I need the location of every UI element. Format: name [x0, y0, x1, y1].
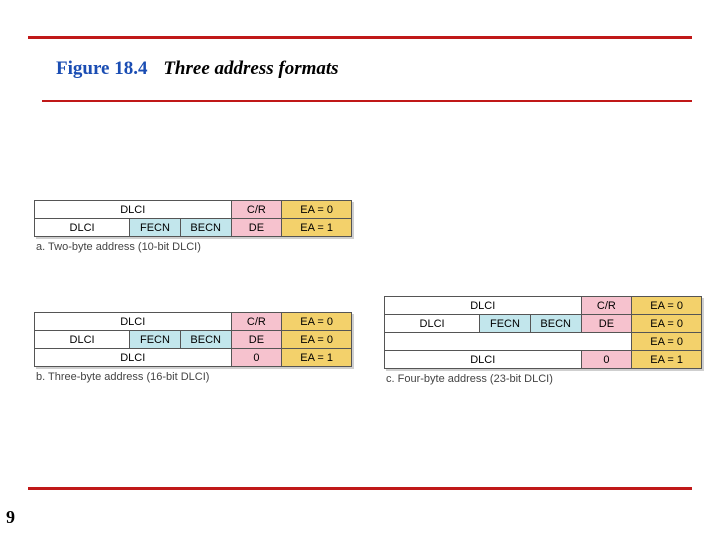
- cell-fecn: FECN: [480, 315, 531, 333]
- table-four-byte: DLCI C/R EA = 0 DLCI FECN BECN DE EA = 0…: [384, 296, 702, 369]
- cell-de: DE: [231, 331, 282, 349]
- cell-zero: 0: [231, 349, 282, 367]
- table-row: DLCI C/R EA = 0: [35, 313, 352, 331]
- cell-de: DE: [581, 315, 632, 333]
- cell-becn: BECN: [180, 219, 231, 237]
- mid-rule: [42, 100, 692, 102]
- cell-dlci: DLCI: [35, 331, 130, 349]
- cell-cr: C/R: [581, 297, 632, 315]
- table-row: DLCI C/R EA = 0: [385, 297, 702, 315]
- cell-ea: EA = 0: [282, 331, 352, 349]
- diagram-b-caption: b. Three-byte address (16-bit DLCI): [36, 371, 352, 383]
- cell-empty: [385, 333, 632, 351]
- top-rule: [28, 36, 692, 39]
- diagram-c: DLCI C/R EA = 0 DLCI FECN BECN DE EA = 0…: [384, 296, 702, 385]
- cell-dlci: DLCI: [385, 297, 582, 315]
- table-row: DLCI FECN BECN DE EA = 0: [385, 315, 702, 333]
- cell-dlci: DLCI: [35, 349, 232, 367]
- cell-dlci: DLCI: [35, 201, 232, 219]
- table-row: EA = 0: [385, 333, 702, 351]
- cell-dlci: DLCI: [385, 351, 582, 369]
- cell-cr: C/R: [231, 313, 282, 331]
- table-two-byte: DLCI C/R EA = 0 DLCI FECN BECN DE EA = 1: [34, 200, 352, 237]
- table-row: DLCI 0 EA = 1: [35, 349, 352, 367]
- cell-de: DE: [231, 219, 282, 237]
- cell-ea: EA = 0: [282, 201, 352, 219]
- bottom-rule: [28, 487, 692, 490]
- cell-ea: EA = 1: [282, 219, 352, 237]
- cell-fecn: FECN: [130, 331, 181, 349]
- diagram-b: DLCI C/R EA = 0 DLCI FECN BECN DE EA = 0…: [34, 312, 352, 383]
- cell-dlci: DLCI: [385, 315, 480, 333]
- table-row: DLCI FECN BECN DE EA = 0: [35, 331, 352, 349]
- cell-becn: BECN: [530, 315, 581, 333]
- cell-dlci: DLCI: [35, 313, 232, 331]
- cell-ea: EA = 0: [632, 333, 702, 351]
- figure-caption: Three address formats: [163, 58, 338, 79]
- cell-dlci: DLCI: [35, 219, 130, 237]
- diagram-a-caption: a. Two-byte address (10-bit DLCI): [36, 241, 352, 253]
- table-row: DLCI FECN BECN DE EA = 1: [35, 219, 352, 237]
- cell-ea: EA = 1: [632, 351, 702, 369]
- cell-becn: BECN: [180, 331, 231, 349]
- diagram-c-caption: c. Four-byte address (23-bit DLCI): [386, 373, 702, 385]
- cell-ea: EA = 0: [632, 297, 702, 315]
- cell-fecn: FECN: [130, 219, 181, 237]
- cell-zero: 0: [581, 351, 632, 369]
- cell-ea: EA = 0: [282, 313, 352, 331]
- diagram-a: DLCI C/R EA = 0 DLCI FECN BECN DE EA = 1…: [34, 200, 352, 253]
- cell-cr: C/R: [231, 201, 282, 219]
- cell-ea: EA = 0: [632, 315, 702, 333]
- page-number: 9: [6, 507, 15, 528]
- figure-number: Figure 18.4: [56, 58, 147, 79]
- table-three-byte: DLCI C/R EA = 0 DLCI FECN BECN DE EA = 0…: [34, 312, 352, 367]
- figure-title: Figure 18.4 Three address formats: [56, 58, 339, 80]
- table-row: DLCI 0 EA = 1: [385, 351, 702, 369]
- cell-ea: EA = 1: [282, 349, 352, 367]
- table-row: DLCI C/R EA = 0: [35, 201, 352, 219]
